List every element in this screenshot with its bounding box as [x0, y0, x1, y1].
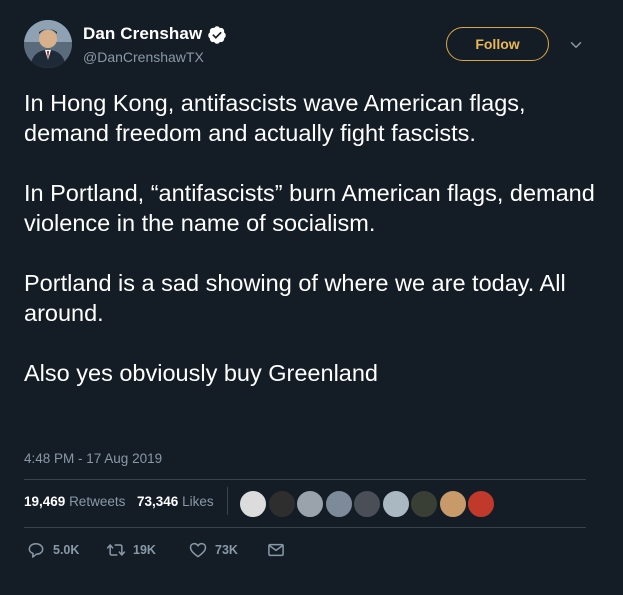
retweet-count: 19K — [133, 543, 156, 557]
retweet-button[interactable]: 19K — [106, 540, 156, 560]
liker-avatar-4[interactable] — [323, 489, 354, 519]
envelope-icon — [268, 543, 284, 557]
tweet-text: In Hong Kong, antifascists wave American… — [24, 88, 604, 388]
liker-avatar-5[interactable] — [352, 489, 382, 519]
author-handle[interactable]: @DanCrenshawTX — [83, 49, 204, 65]
liker-avatar-7[interactable] — [409, 489, 439, 519]
reply-button[interactable]: 5.0K — [26, 540, 79, 560]
liker-avatar-8[interactable] — [437, 489, 468, 519]
tweet-paragraph: Portland is a sad showing of where we ar… — [24, 270, 566, 326]
tweet-paragraph: In Hong Kong, antifascists wave American… — [24, 90, 526, 146]
reply-icon — [28, 543, 44, 558]
retweets-label: Retweets — [69, 494, 126, 509]
divider — [24, 479, 586, 480]
likes-label: Likes — [182, 494, 214, 509]
stats-separator — [227, 487, 228, 515]
tweet-card: Dan Crenshaw @DanCrenshawTX Follow In Ho… — [0, 0, 623, 595]
retweet-icon — [106, 544, 126, 556]
divider — [24, 527, 586, 528]
likes-count: 73,346 — [137, 494, 179, 509]
likes-stat[interactable]: 73,346 Likes — [137, 494, 214, 509]
author-name[interactable]: Dan Crenshaw — [83, 24, 202, 44]
tweet-timestamp[interactable]: 4:48 PM - 17 Aug 2019 — [24, 451, 162, 466]
chevron-down-icon[interactable] — [567, 36, 585, 54]
liker-avatar-9[interactable] — [466, 489, 496, 519]
retweets-stat[interactable]: 19,469 Retweets — [24, 494, 125, 509]
follow-button[interactable]: Follow — [446, 27, 549, 61]
liker-avatar-2[interactable] — [266, 489, 297, 519]
direct-message-button[interactable] — [266, 540, 293, 560]
like-count: 73K — [215, 543, 238, 557]
liker-avatar-1[interactable] — [238, 489, 268, 519]
tweet-paragraph: In Portland, “antifascists” burn America… — [24, 180, 595, 236]
tweet-paragraph: Also yes obviously buy Greenland — [24, 360, 379, 386]
verified-badge-icon — [208, 26, 226, 44]
liker-avatar-6[interactable] — [380, 489, 411, 519]
liker-avatar-3[interactable] — [295, 489, 325, 519]
reply-count: 5.0K — [53, 543, 80, 557]
like-button[interactable]: 73K — [188, 540, 238, 560]
author-avatar[interactable] — [24, 20, 72, 68]
heart-icon — [189, 542, 207, 558]
retweets-count: 19,469 — [24, 494, 66, 509]
